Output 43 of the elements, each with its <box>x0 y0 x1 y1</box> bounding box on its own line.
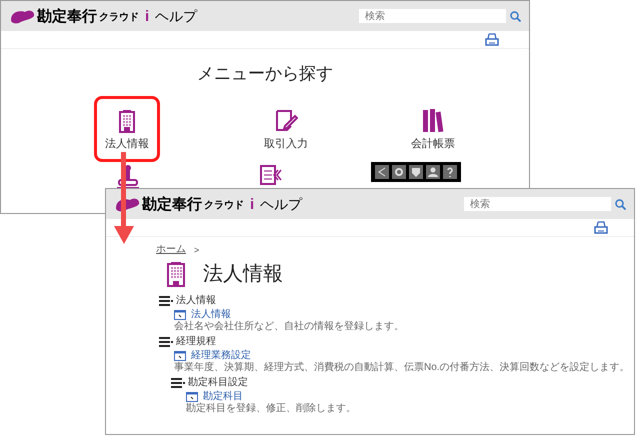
section-heading: 法人情報 <box>176 296 216 306</box>
menu-item[interactable]: 法人情報 <box>94 96 160 162</box>
brand-mark: i <box>250 196 254 212</box>
help-link[interactable]: 勘定科目 <box>203 392 243 402</box>
help-icon <box>443 165 457 179</box>
page-title: 法人情報 <box>203 264 283 284</box>
brand-suffix: クラウド <box>99 13 139 23</box>
search-field[interactable]: 検索 <box>464 197 611 211</box>
printer-icon <box>594 221 608 234</box>
cloud-logo-icon <box>9 8 35 24</box>
description: 勘定科目を登録、修正、削除します。 <box>186 403 357 414</box>
search-icon <box>510 10 521 22</box>
menu-item[interactable]: 取引入力 <box>253 96 319 162</box>
list-icon <box>159 296 173 306</box>
shield-icon <box>409 165 423 179</box>
user-icon <box>426 165 440 179</box>
window-icon <box>174 310 186 320</box>
list-arrows-icon <box>259 164 283 186</box>
printer-icon <box>485 33 499 46</box>
menu-item[interactable]: 会計帳票 <box>400 96 466 162</box>
section-heading: メニューから探す <box>196 65 334 82</box>
window-icon <box>174 351 186 361</box>
brand-mark: i <box>145 8 150 24</box>
description: 会社名や会社住所など、自社の情報を登録します。 <box>174 321 405 332</box>
window-icon <box>186 392 198 402</box>
books-icon <box>421 108 445 132</box>
help-title: ヘルプ <box>155 9 198 23</box>
brand-name: 勘定奉行 <box>37 8 97 24</box>
brand-suffix: クラウド <box>204 201 244 211</box>
list-icon <box>171 378 185 388</box>
search-field[interactable]: 検索 <box>359 9 506 23</box>
breadcrumb-link[interactable]: ホーム <box>156 245 186 255</box>
help-title: ヘルプ <box>260 197 302 211</box>
breadcrumb-separator: > <box>194 246 200 254</box>
help-link[interactable]: 経理業務設定 <box>191 351 251 361</box>
section-heading: 経理規程 <box>176 337 216 347</box>
note-pencil-icon <box>274 108 298 132</box>
help-link[interactable]: 法人情報 <box>191 310 231 320</box>
section-heading: 勘定科目設定 <box>188 378 248 388</box>
search-icon <box>615 198 626 210</box>
brand-name: 勘定奉行 <box>142 196 202 212</box>
description: 事業年度、決算期、経理方式、消費税の自動計算、伝票No.の付番方法、決算回数などを設定します。 <box>174 362 631 373</box>
list-icon <box>159 337 173 347</box>
